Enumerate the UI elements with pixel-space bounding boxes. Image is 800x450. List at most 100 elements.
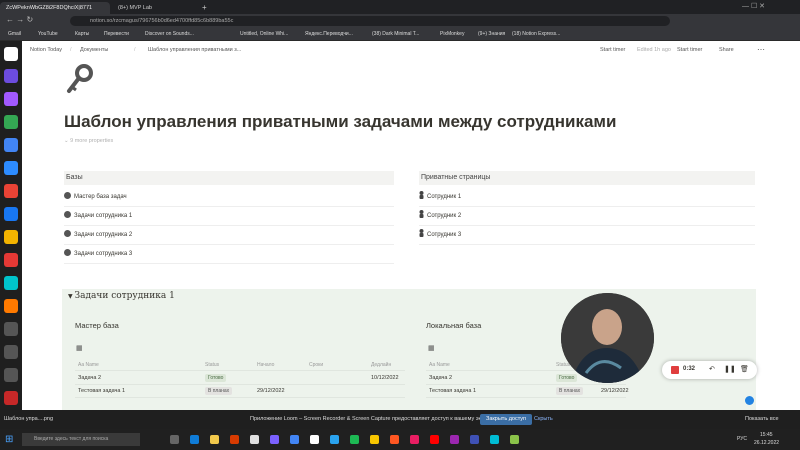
status-badge: Готово: [205, 374, 227, 382]
start-timer-button[interactable]: Start timer: [600, 47, 625, 53]
breadcrumb-item[interactable]: Документы: [80, 47, 108, 53]
list-item[interactable]: Задачи сотрудника 3: [64, 245, 394, 264]
app-icon[interactable]: [470, 435, 479, 444]
bookmark-item[interactable]: (18) Notion Express...: [512, 31, 560, 37]
bookmark-item[interactable]: Карты: [75, 31, 89, 37]
task-view-icon[interactable]: [170, 435, 179, 444]
app-icon[interactable]: [4, 207, 18, 221]
help-icon[interactable]: [745, 396, 754, 405]
language-indicator[interactable]: РУС: [737, 436, 747, 442]
taskbar: ⊞ Введите здесь текст для поиска РУС 15:…: [0, 429, 800, 450]
more-properties-toggle[interactable]: ⌄ 9 more properties: [64, 138, 113, 144]
app-icon[interactable]: [4, 253, 18, 267]
list-item[interactable]: Сотрудник 1: [419, 188, 755, 207]
browser-tab-bar: ZcWPeknWbGZ8i2F8DQhciX|8771 (8+) MVP Lab…: [0, 0, 800, 14]
app-icon[interactable]: [4, 230, 18, 244]
app-icon[interactable]: [390, 435, 399, 444]
local-db-title[interactable]: Локальная база: [426, 321, 481, 330]
bookmark-item[interactable]: PixMonkey: [440, 31, 464, 37]
bookmark-item[interactable]: Яндекс.Переводчи...: [305, 31, 353, 37]
chrome-icon[interactable]: [290, 435, 299, 444]
page-title[interactable]: Шаблон управления приватными задачами ме…: [64, 112, 616, 132]
list-item[interactable]: Сотрудник 3: [419, 226, 755, 245]
taskbar-search[interactable]: Введите здесь текст для поиска: [22, 433, 140, 446]
webcam-bubble[interactable]: [561, 293, 654, 383]
bookmark-item[interactable]: Gmail: [8, 31, 21, 37]
bookmark-item[interactable]: Untitled, Online Whi...: [240, 31, 288, 37]
window-controls[interactable]: — ☐ ✕: [742, 2, 765, 10]
breadcrumb-item[interactable]: Notion Today: [30, 47, 62, 53]
table-row[interactable]: Тестовая задача 1 В планах 29/12/2022: [426, 385, 629, 398]
edge-icon[interactable]: [190, 435, 199, 444]
app-icon[interactable]: [4, 322, 18, 336]
app-icon[interactable]: [270, 435, 279, 444]
app-icon[interactable]: [4, 276, 18, 290]
explorer-icon[interactable]: [210, 435, 219, 444]
master-db-title[interactable]: Мастер база: [75, 321, 119, 330]
more-icon[interactable]: ⋯: [757, 45, 765, 54]
breadcrumb-item[interactable]: Шаблон управления приватными з...: [148, 47, 241, 53]
edited-label: Edited 1h ago: [637, 47, 671, 53]
app-icon[interactable]: [350, 435, 359, 444]
new-tab-button[interactable]: +: [196, 2, 210, 14]
app-icon[interactable]: [450, 435, 459, 444]
download-item[interactable]: Шаблон упра....png: [4, 416, 53, 422]
gmail-icon[interactable]: [4, 184, 18, 198]
pause-icon[interactable]: ❚❚: [724, 365, 736, 373]
app-icon[interactable]: [4, 69, 18, 83]
key-icon[interactable]: [66, 64, 94, 94]
app-icon[interactable]: [510, 435, 519, 444]
check-circle-icon: [64, 248, 71, 256]
clock-date[interactable]: 26.12.2022: [754, 440, 779, 446]
telegram-icon[interactable]: [330, 435, 339, 444]
app-icon[interactable]: [490, 435, 499, 444]
bookmark-item[interactable]: (9+) Знания: [478, 31, 505, 37]
bookmark-item[interactable]: Перевести: [104, 31, 129, 37]
stop-record-button[interactable]: [671, 366, 679, 374]
notion-icon[interactable]: [310, 435, 319, 444]
settings-icon[interactable]: [4, 368, 18, 382]
clock-time[interactable]: 15:45: [760, 432, 773, 438]
app-icon[interactable]: [4, 138, 18, 152]
share-button[interactable]: Share: [719, 47, 734, 53]
figma-icon[interactable]: [4, 92, 18, 106]
stop-sharing-button[interactable]: Закрыть доступ: [480, 414, 533, 425]
app-dock: [0, 41, 22, 410]
nav-buttons[interactable]: ← → ↻: [6, 15, 33, 24]
toggle-header[interactable]: ▼ Задачи сотрудника 1: [68, 291, 175, 301]
opera-icon[interactable]: [430, 435, 439, 444]
hide-button[interactable]: Скрыть: [534, 416, 553, 422]
trash-icon[interactable]: 🗑: [740, 365, 749, 373]
bookmark-item[interactable]: (38) Dark Minimal T...: [372, 31, 419, 37]
table-row[interactable]: Тестовая задача 1 В планах 29/12/2022: [75, 385, 405, 398]
show-all-button[interactable]: Показать все: [745, 416, 779, 422]
url-input[interactable]: notion.so/rzcmagus/796756b0d6ed4700ffd85…: [70, 16, 670, 26]
start-timer-button-2[interactable]: Start timer: [677, 47, 702, 53]
notion-icon[interactable]: [4, 47, 18, 61]
list-item[interactable]: Задачи сотрудника 2: [64, 226, 394, 245]
app-icon[interactable]: [4, 299, 18, 313]
table-row[interactable]: Задача 2 Готово 10/12/2022: [75, 372, 405, 385]
app-icon[interactable]: [370, 435, 379, 444]
undo-icon[interactable]: ↶: [709, 365, 715, 373]
tab-mvp-lab[interactable]: (8+) MVP Lab: [112, 2, 192, 14]
bookmark-item[interactable]: YouTube: [38, 31, 58, 37]
notion-topbar: Notion Today / Документы / Шаблон управл…: [30, 45, 765, 54]
bases-header: Базы: [64, 171, 394, 185]
google-icon[interactable]: [4, 115, 18, 129]
app-icon[interactable]: [230, 435, 239, 444]
app-icon[interactable]: [4, 345, 18, 359]
table-icon[interactable]: ▦: [76, 344, 83, 352]
status-badge: Готово: [556, 374, 578, 382]
bookmark-item[interactable]: Discover on Sounds...: [145, 31, 194, 37]
zoom-icon[interactable]: [4, 161, 18, 175]
list-item[interactable]: Сотрудник 2: [419, 207, 755, 226]
app-icon[interactable]: [410, 435, 419, 444]
windows-start-icon[interactable]: ⊞: [5, 434, 13, 445]
app-icon[interactable]: [250, 435, 259, 444]
tab-notion[interactable]: ZcWPeknWbGZ8i2F8DQhciX|8771: [0, 2, 110, 14]
table-icon[interactable]: ▦: [428, 344, 435, 352]
list-item[interactable]: Мастер база задач: [64, 188, 394, 207]
list-item[interactable]: Задачи сотрудника 1: [64, 207, 394, 226]
app-icon[interactable]: [4, 391, 18, 405]
